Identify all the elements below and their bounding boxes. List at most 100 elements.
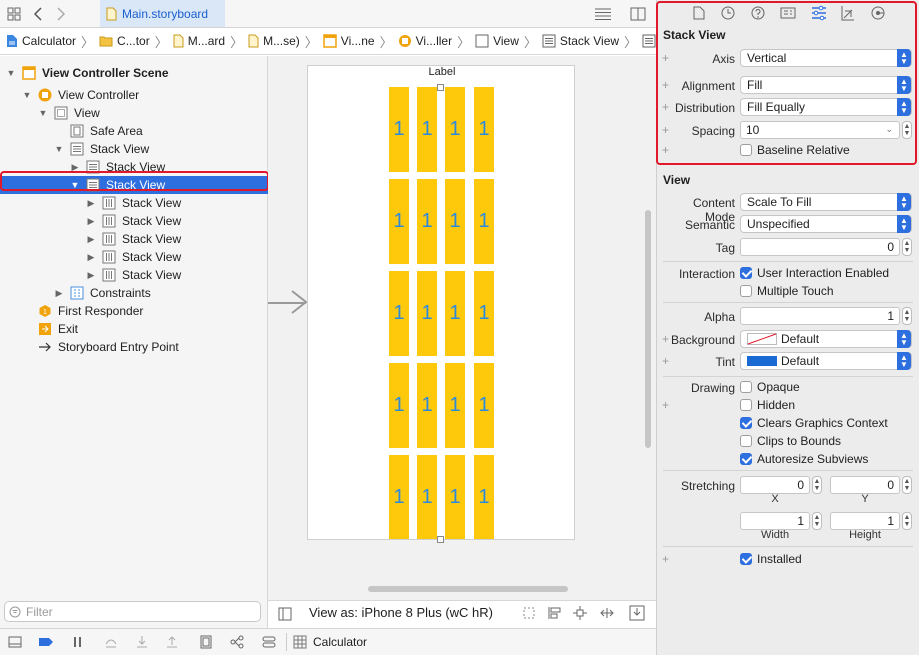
disclosure-collapsed-icon[interactable]: ▶ <box>86 234 96 244</box>
number-button[interactable]: 1 <box>417 363 437 448</box>
align-icon[interactable] <box>548 606 562 620</box>
back-chevron-icon[interactable] <box>28 4 48 24</box>
stretch-width-field[interactable]: 1 <box>740 512 810 530</box>
forward-chevron-icon[interactable] <box>51 4 71 24</box>
number-button[interactable]: 1 <box>417 87 437 172</box>
opaque-checkbox[interactable] <box>740 381 752 393</box>
spacing-stepper[interactable]: ▲ ▼ <box>902 121 912 139</box>
disclosure-collapsed-icon[interactable]: ▶ <box>86 198 96 208</box>
add-editor-icon[interactable] <box>628 4 648 24</box>
horizontal-scrollbar[interactable] <box>368 586 568 592</box>
alpha-stepper[interactable]: ▲ ▼ <box>902 307 912 325</box>
view-controller-row[interactable]: ▼ View Controller <box>0 86 268 104</box>
disclosure-expanded-icon[interactable]: ▼ <box>6 68 16 78</box>
disclosure-expanded-icon[interactable]: ▼ <box>54 144 64 154</box>
tint-popup[interactable]: Default ▲ ▼ <box>740 352 912 370</box>
autoresize-checkbox[interactable] <box>740 453 752 465</box>
alpha-field[interactable]: 1 <box>740 307 900 325</box>
menu-lines-icon[interactable] <box>593 4 613 24</box>
vertical-scrollbar[interactable] <box>645 210 651 448</box>
scene-label[interactable]: Label <box>308 66 576 78</box>
grid-icon[interactable] <box>4 4 24 24</box>
stretch-x-field[interactable]: 0 <box>740 476 810 494</box>
view-as-label[interactable]: View as: iPhone 8 Plus (wC hR) <box>309 605 493 620</box>
number-button[interactable]: 1 <box>474 455 494 539</box>
number-button[interactable]: 1 <box>389 455 409 539</box>
number-button[interactable]: 1 <box>474 87 494 172</box>
embed-in-icon[interactable] <box>629 605 645 621</box>
disclosure-collapsed-icon[interactable]: ▶ <box>86 270 96 280</box>
entry-point-row[interactable]: Storyboard Entry Point <box>0 338 268 356</box>
file-tab[interactable]: Main.storyboard <box>100 0 225 27</box>
breadcrumb-item[interactable]: View <box>475 34 519 48</box>
tag-field[interactable]: 0 <box>740 238 900 256</box>
disclosure-collapsed-icon[interactable]: ▶ <box>86 252 96 262</box>
number-button[interactable]: 1 <box>474 271 494 356</box>
number-button[interactable]: 1 <box>445 455 465 539</box>
installed-checkbox[interactable] <box>740 553 752 565</box>
view-debugger-icon[interactable] <box>199 635 213 649</box>
filter-field[interactable]: Filter <box>4 601 261 622</box>
hide-debug-icon[interactable] <box>8 636 22 648</box>
row-stack-view[interactable]: ▶ Stack View <box>0 266 268 284</box>
number-button[interactable]: 1 <box>417 179 437 264</box>
row-stack-view[interactable]: ▶ Stack View <box>0 248 268 266</box>
breadcrumb-item[interactable]: Calculator <box>6 34 76 48</box>
alignment-popup[interactable]: Fill ▲ ▼ <box>740 76 912 94</box>
stack-view-row[interactable]: ▼ Stack View <box>0 140 268 158</box>
number-button[interactable]: 1 <box>389 271 409 356</box>
hidden-variation-plus[interactable]: + <box>662 398 669 412</box>
pause-icon[interactable] <box>72 636 84 648</box>
disclosure-collapsed-icon[interactable]: ▶ <box>54 288 64 298</box>
step-out-icon[interactable] <box>166 635 178 649</box>
clears-graphics-checkbox[interactable] <box>740 417 752 429</box>
number-button[interactable]: 1 <box>445 87 465 172</box>
constraints-row[interactable]: ▶ Constraints <box>0 284 268 302</box>
step-into-icon[interactable] <box>136 635 148 649</box>
number-button[interactable]: 1 <box>474 363 494 448</box>
memory-graph-icon[interactable] <box>230 635 244 649</box>
environment-overrides-icon[interactable] <box>262 635 276 649</box>
stretch-height-field[interactable]: 1 <box>830 512 900 530</box>
resize-handle[interactable] <box>437 536 444 543</box>
row-stack-view[interactable]: ▶ Stack View <box>0 212 268 230</box>
safe-area-row[interactable]: Safe Area <box>0 122 268 140</box>
number-button[interactable]: 1 <box>389 363 409 448</box>
background-popup[interactable]: Default ▲ ▼ <box>740 330 912 348</box>
row-stack-view[interactable]: ▶ Stack View <box>0 194 268 212</box>
hidden-checkbox[interactable] <box>740 399 752 411</box>
distribution-popup[interactable]: Fill Equally ▲ ▼ <box>740 98 912 116</box>
scheme-label[interactable]: Calculator <box>313 635 367 649</box>
breadcrumb-item[interactable]: M...ard <box>173 34 225 48</box>
baseline-relative-checkbox[interactable] <box>740 144 752 156</box>
content-mode-popup[interactable]: Scale To Fill ▲ ▼ <box>740 193 912 211</box>
stretch-height-stepper[interactable]: ▲ ▼ <box>902 512 912 530</box>
disclosure-expanded-icon[interactable]: ▼ <box>38 108 48 118</box>
breadcrumb-item[interactable]: Stack View <box>642 34 656 48</box>
disclosure-expanded-icon[interactable]: ▼ <box>22 90 32 100</box>
stretch-y-field[interactable]: 0 <box>830 476 900 494</box>
breadcrumb-item[interactable]: Vi...ller <box>398 34 452 48</box>
user-interaction-checkbox[interactable] <box>740 267 752 279</box>
view-row[interactable]: ▼ View <box>0 104 268 122</box>
iphone-scene[interactable]: Label <box>307 65 575 540</box>
breadcrumb-item[interactable]: M...se) <box>248 34 300 48</box>
number-button[interactable]: 1 <box>445 363 465 448</box>
baseline-variation-plus[interactable]: + <box>662 143 669 157</box>
breadcrumb-item[interactable]: Vi...ne <box>323 34 375 48</box>
breadcrumb-item[interactable]: C...tor <box>99 34 150 48</box>
spacing-dropdown-icon[interactable]: ⌄ <box>885 124 893 135</box>
stretch-y-stepper[interactable]: ▲ ▼ <box>902 476 912 494</box>
disclosure-collapsed-icon[interactable]: ▶ <box>86 216 96 226</box>
number-button[interactable]: 1 <box>389 87 409 172</box>
clips-to-bounds-checkbox[interactable] <box>740 435 752 447</box>
spacing-field[interactable]: 10 ⌄ <box>740 121 900 139</box>
axis-popup[interactable]: Vertical ▲ ▼ <box>740 49 912 67</box>
update-frames-icon[interactable] <box>522 606 536 620</box>
first-responder-row[interactable]: 1 First Responder <box>0 302 268 320</box>
breakpoint-icon[interactable] <box>38 637 54 647</box>
stretch-width-stepper[interactable]: ▲ ▼ <box>812 512 822 530</box>
installed-variation-plus[interactable]: + <box>662 552 669 566</box>
tag-stepper[interactable]: ▲ ▼ <box>902 238 912 256</box>
step-over-icon[interactable] <box>104 636 118 648</box>
